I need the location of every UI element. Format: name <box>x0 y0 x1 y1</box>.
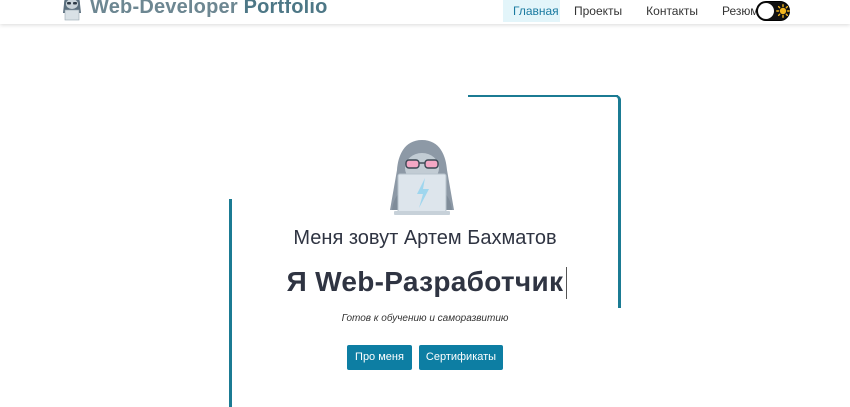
certificates-button[interactable]: Сертификаты <box>419 345 503 370</box>
frame-line-right <box>618 97 621 308</box>
sun-icon <box>776 4 790 18</box>
nav-link-home[interactable]: Главная <box>503 0 560 22</box>
nav-link-contacts[interactable]: Контакты <box>636 0 708 22</box>
main-nav: Главная Проекты Контакты Резюме <box>503 0 779 24</box>
site-logo[interactable]: Web-Developer Portfolio <box>60 0 328 22</box>
about-me-button[interactable]: Про меня <box>347 345 412 370</box>
nav-link-projects[interactable]: Проекты <box>564 0 632 22</box>
frame-line-top <box>468 95 618 97</box>
hero-role-heading: Я Web-Разработчик <box>286 266 564 297</box>
typing-caret <box>566 267 567 299</box>
hero-tagline: Готов к обучению и саморазвитию <box>341 313 509 324</box>
toggle-knob <box>758 3 774 19</box>
hacker-icon <box>63 0 81 21</box>
hacker-laptop-icon <box>390 140 454 215</box>
site-header: Web-Developer Portfolio Главная Проекты … <box>0 0 850 24</box>
hero-name-line: Меня зовут Артем Бахматов <box>293 227 557 249</box>
logo-accent-text: Portfolio <box>243 0 328 18</box>
frame-line-left <box>229 199 232 407</box>
theme-toggle[interactable] <box>756 1 790 21</box>
logo-main-text: Web-Developer <box>90 0 238 18</box>
